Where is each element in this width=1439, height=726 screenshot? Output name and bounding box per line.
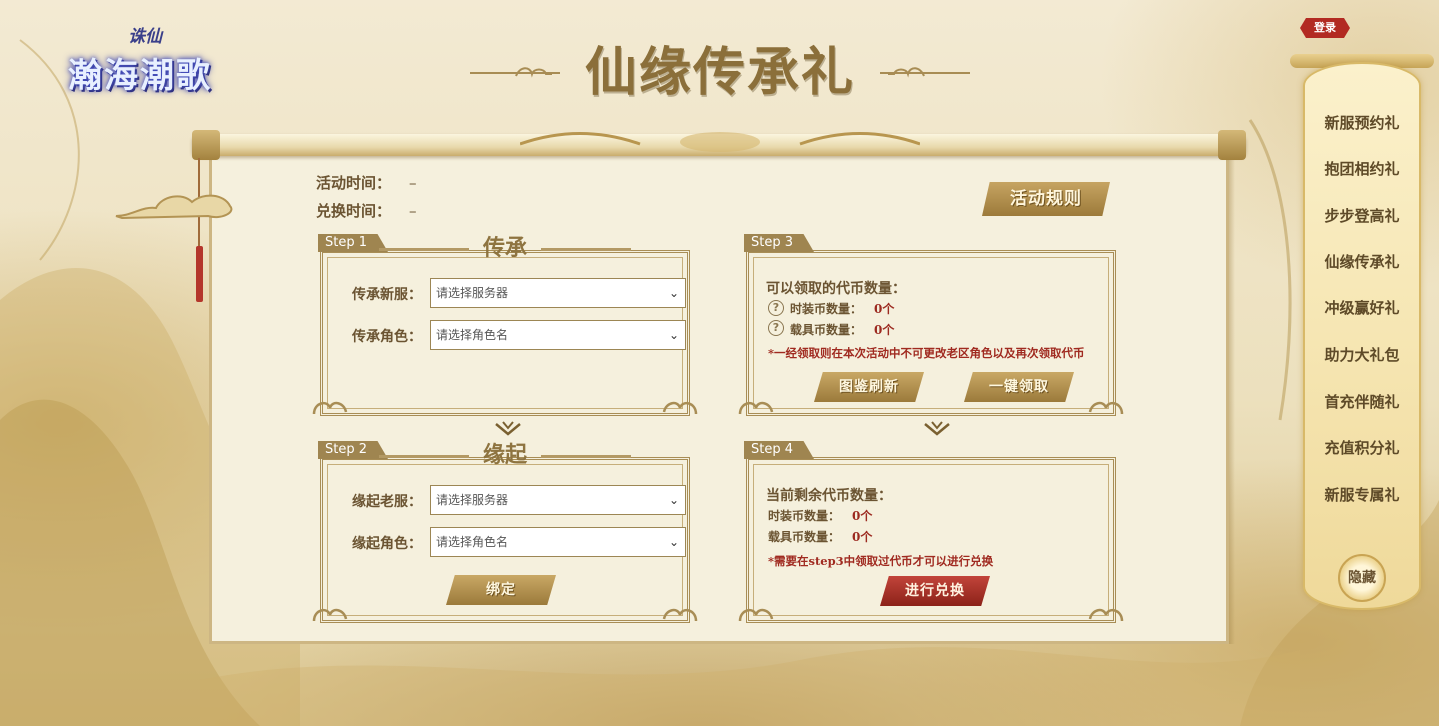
cloud-corner-icon [312,608,348,622]
activity-time-row: 活动时间： – [316,172,417,193]
cloud-corner-icon [738,608,774,622]
page-title: 仙缘传承礼 [584,42,855,103]
arrow-down-icon [924,421,950,436]
step1-server-select[interactable]: 请选择服务器 ⌄ [430,278,686,308]
question-icon[interactable]: ? [768,300,784,316]
step1-heading-text: 传承 [482,235,527,261]
heading-bar [541,247,631,251]
step3-mount-value: 0个 [874,323,895,337]
logo-subtitle: 诛仙 [128,27,162,47]
sidebar-item-first-recharge[interactable]: 首充伴随礼 [1304,391,1420,412]
step2-role-select[interactable]: 请选择角色名 ⌄ [430,527,686,557]
heading-bar [378,247,469,251]
step4-fashion-value: 0个 [852,509,873,523]
step2-role-label: 缘起角色： [352,536,422,552]
step2-server-placeholder: 请选择服务器 [436,493,509,507]
step4-tag: Step 4 [744,441,814,459]
chevron-down-icon: ⌄ [668,535,679,549]
title-divider-right [880,72,970,74]
step2-role-placeholder: 请选择角色名 [436,535,509,549]
step3-mount-label: 载具币数量： [790,323,863,337]
sidebar-item-new-server-reservation[interactable]: 新服预约礼 [1304,112,1420,133]
sidebar [1303,62,1421,610]
cloud-corner-icon [662,401,698,415]
step2-server-label: 缘起老服： [352,494,422,510]
logo-title: 瀚海潮歌 [68,56,212,96]
step3-fashion-value: 0个 [874,302,895,316]
step4-mount-label: 载具币数量： [768,530,841,544]
step4-mount-value: 0个 [852,530,873,544]
activity-time-value: – [409,174,417,192]
lantern-tassel [196,246,203,302]
bind-button[interactable]: 绑定 [446,575,556,605]
game-logo: 诛仙 瀚海潮歌 [68,22,244,96]
cloud-ornament-icon [115,194,233,220]
step3-panel: Step 3 可以领取的代币数量： ? 时装币数量： 0个 ? 载具币数量： 0个 … [738,234,1124,416]
step4-fashion-row: 时装币数量： 0个 [768,507,872,524]
chevron-down-icon: ⌄ [668,493,679,507]
exchange-time-label: 兑换时间： [316,202,392,220]
cloud-corner-icon [738,401,774,415]
step2-heading-text: 缘起 [482,442,527,468]
step1-panel: Step 1 传承 传承新服： 请选择服务器 ⌄ 传承角色： 请选择角色名 ⌄ [312,234,698,416]
login-button[interactable]: 登录 [1300,18,1350,38]
sidebar-item-team-gift[interactable]: 抱团相约礼 [1304,158,1420,179]
step3-mount-row: 载具币数量： 0个 [790,321,894,338]
activity-rules-button[interactable]: 活动规则 [962,178,1120,220]
hide-sidebar-button[interactable]: 隐藏 [1338,554,1386,602]
heading-bar [378,454,469,458]
exchange-time-row: 兑换时间： – [316,200,417,221]
step1-role-label: 传承角色： [352,329,422,345]
exchange-button[interactable]: 进行兑换 [880,576,990,606]
step4-title: 当前剩余代币数量： [766,488,892,504]
step4-fashion-label: 时装币数量： [768,509,841,523]
heading-bar [541,454,631,458]
cloud-corner-icon [312,401,348,415]
step4-mount-row: 载具币数量： 0个 [768,528,872,545]
step3-title: 可以领取的代币数量： [766,281,906,297]
step1-heading: 传承 [318,230,692,262]
sidebar-item-inheritance-gift[interactable]: 仙缘传承礼 [1304,251,1420,272]
chevron-down-icon: ⌄ [668,328,679,342]
step3-tag: Step 3 [744,234,814,252]
step2-panel: Step 2 缘起 缘起老服： 请选择服务器 ⌄ 缘起角色： 请选择角色名 ⌄ … [312,441,698,625]
activity-rules-label: 活动规则 [982,182,1110,216]
sidebar-item-recharge-points[interactable]: 充值积分礼 [1304,437,1420,458]
cloud-ornament-icon [515,67,552,78]
activity-time-label: 活动时间： [316,174,392,192]
page-title-area: 仙缘传承礼 [470,22,970,106]
question-icon[interactable]: ? [768,320,784,336]
cloud-corner-icon [1088,401,1124,415]
chevron-down-icon: ⌄ [668,286,679,300]
step4-panel: Step 4 当前剩余代币数量： 时装币数量： 0个 载具币数量： 0个 *需要在s… [738,441,1124,625]
step2-heading: 缘起 [318,437,692,469]
scroll-ornament-icon [520,132,920,152]
step1-server-label: 传承新服： [352,287,422,303]
step1-server-placeholder: 请选择服务器 [436,286,509,300]
sidebar-item-new-server-exclusive[interactable]: 新服专属礼 [1304,484,1420,505]
exchange-time-value: – [409,202,417,220]
step4-note: *需要在step3中领取过代币才可以进行兑换 [768,554,994,568]
cloud-corner-icon [662,608,698,622]
step3-fashion-row: 时装币数量： 0个 [790,300,894,317]
step1-role-placeholder: 请选择角色名 [436,328,509,342]
panel-shadow [1229,156,1235,644]
scroll-knob-left [192,130,220,160]
sidebar-item-step-up-gift[interactable]: 步步登高礼 [1304,205,1420,226]
refresh-button[interactable]: 图鉴刷新 [814,372,924,402]
sidebar-item-level-up-gift[interactable]: 冲级赢好礼 [1304,297,1420,318]
scroll-knob-right [1218,130,1246,160]
step1-role-select[interactable]: 请选择角色名 ⌄ [430,320,686,350]
sidebar-item-support-pack[interactable]: 助力大礼包 [1304,344,1420,365]
claim-all-button[interactable]: 一键领取 [964,372,1074,402]
step3-fashion-label: 时装币数量： [790,302,863,316]
cloud-corner-icon [1088,608,1124,622]
step3-note: *一经领取则在本次活动中不可更改老区角色以及再次领取代币 [768,346,1085,360]
step2-server-select[interactable]: 请选择服务器 ⌄ [430,485,686,515]
